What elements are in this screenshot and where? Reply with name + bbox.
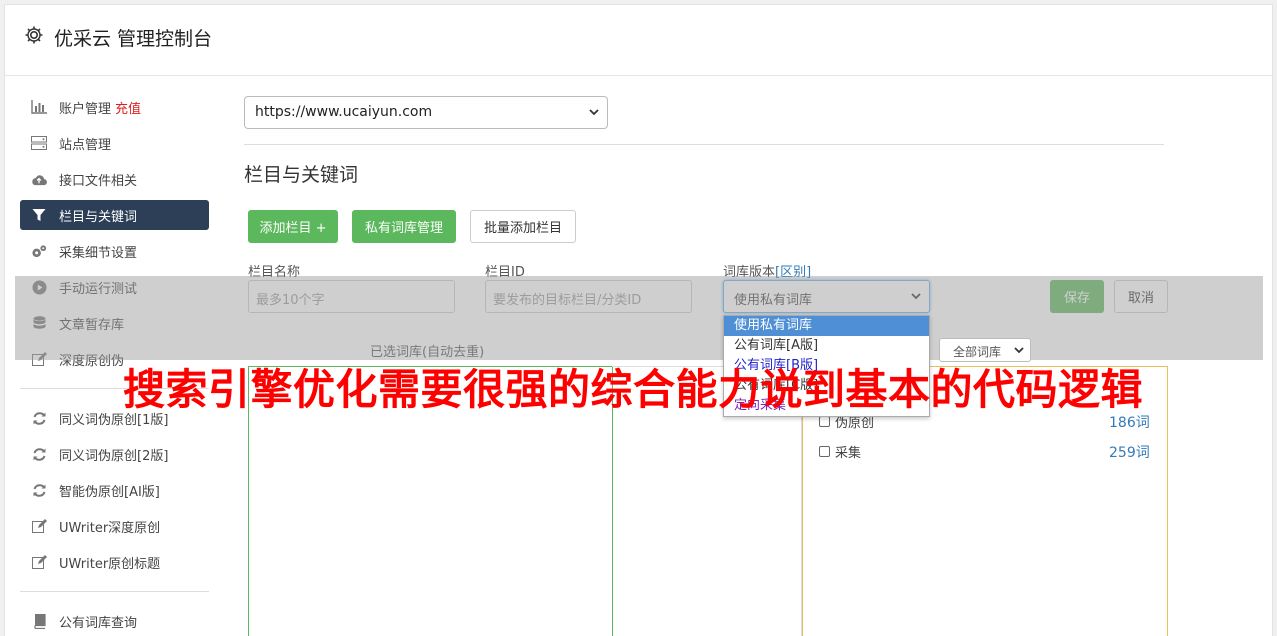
sidebar-item-public-lib-query[interactable]: 公有词库查询 <box>20 606 209 636</box>
sidebar-item-sites[interactable]: 站点管理 <box>20 128 209 158</box>
add-column-button[interactable]: 添加栏目 + <box>248 210 338 243</box>
cogs-icon <box>31 243 47 259</box>
sidebar-divider <box>20 591 209 592</box>
edit-icon <box>31 518 47 534</box>
version-option[interactable]: 使用私有词库 <box>724 316 929 336</box>
sidebar-item-label: 公有词库查询 <box>59 615 138 631</box>
library-item[interactable]: 采集 <box>819 442 861 461</box>
recharge-link[interactable]: 充值 <box>115 98 141 117</box>
sidebar-item-label: 账户管理 <box>59 101 112 117</box>
sidebar-item-collect-settings[interactable]: 采集细节设置 <box>20 236 209 266</box>
server-icon <box>31 135 47 151</box>
app-title: 优采云 管理控制台 <box>54 28 213 50</box>
divider <box>244 144 1164 145</box>
refresh-icon <box>31 410 47 426</box>
gray-overlay <box>15 276 1263 360</box>
sidebar-item-uwriter-title[interactable]: UWriter原创标题 <box>20 547 209 577</box>
refresh-icon <box>31 482 47 498</box>
watermark-text: 搜索引擎优化需要很强的综合能力说到基本的代码逻辑 <box>123 365 1144 414</box>
chevron-down-icon <box>1014 347 1024 354</box>
book-icon <box>31 613 47 629</box>
sidebar-item-synonym-v2[interactable]: 同义词伪原创[2版] <box>20 439 209 469</box>
site-select-value: https://www.ucaiyun.com <box>255 104 433 120</box>
sidebar-item-label: 智能伪原创[AI版] <box>59 484 160 500</box>
library-checkbox[interactable] <box>819 446 830 457</box>
bar-chart-icon <box>31 99 47 115</box>
sidebar-item-label: UWriter深度原创 <box>59 520 161 536</box>
sidebar-item-label: UWriter原创标题 <box>59 556 161 572</box>
cloud-upload-icon <box>31 171 47 187</box>
sidebar-item-ai-rewrite[interactable]: 智能伪原创[AI版] <box>20 475 209 505</box>
edit-icon <box>31 554 47 570</box>
sidebar-item-interface[interactable]: 接口文件相关 <box>20 164 209 194</box>
sidebar-item-uwriter-deep[interactable]: UWriter深度原创 <box>20 511 209 541</box>
batch-add-button[interactable]: 批量添加栏目 <box>470 210 576 243</box>
library-name: 采集 <box>835 446 862 461</box>
gear-icon <box>25 26 43 44</box>
library-checkbox[interactable] <box>819 416 830 427</box>
sidebar-item-label: 栏目与关键词 <box>59 209 138 225</box>
top-bar: 优采云 管理控制台 <box>5 5 1272 76</box>
private-lib-button[interactable]: 私有词库管理 <box>352 210 456 243</box>
chevron-down-icon <box>589 109 599 116</box>
filter-icon <box>31 207 47 223</box>
sidebar-item-account[interactable]: 账户管理 充值 <box>20 92 209 122</box>
page-title: 栏目与关键词 <box>244 164 359 186</box>
sidebar-item-columns[interactable]: 栏目与关键词 <box>20 200 209 230</box>
sidebar-item-label: 采集细节设置 <box>59 245 138 261</box>
sidebar-item-label: 站点管理 <box>59 137 112 153</box>
sidebar-item-label: 同义词伪原创[2版] <box>59 448 169 464</box>
site-select[interactable]: https://www.ucaiyun.com <box>244 96 608 129</box>
library-count[interactable]: 259词 <box>1109 442 1150 462</box>
sidebar-item-label: 接口文件相关 <box>59 173 138 189</box>
version-option[interactable]: 公有词库[A版] <box>724 336 929 356</box>
refresh-icon <box>31 446 47 462</box>
